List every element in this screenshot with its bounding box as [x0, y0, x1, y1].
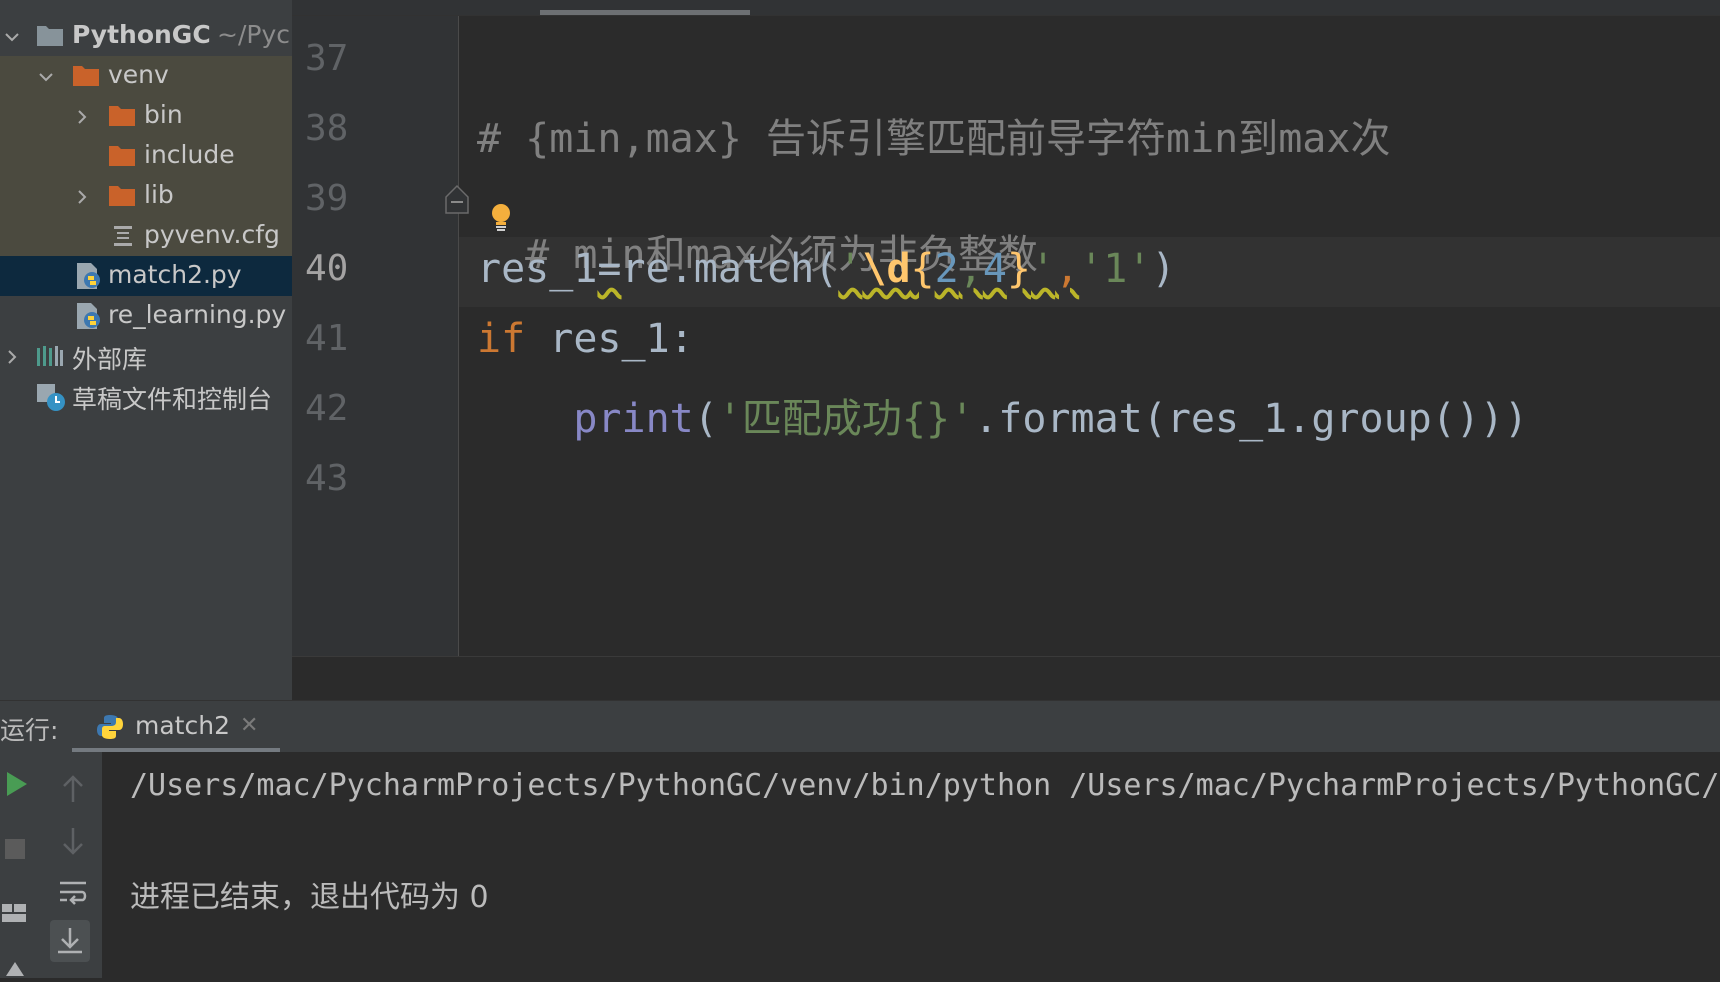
regex-brace: { [910, 246, 935, 292]
line-number: 37 [305, 38, 349, 79]
stop-icon[interactable] [4, 838, 26, 864]
chevron-right-icon[interactable] [74, 109, 88, 124]
tree-item-label: pyvenv.cfg [144, 220, 280, 249]
tree-item-label: re_learning.py [108, 300, 287, 329]
arrow-up-icon[interactable] [60, 774, 86, 808]
project-root-name: PythonGC [72, 20, 211, 49]
line-number: 41 [305, 318, 349, 359]
python-icon [96, 713, 124, 745]
code-text: res_1: [525, 316, 694, 362]
operator-warning: = [597, 246, 622, 292]
library-icon [36, 344, 64, 374]
builtin-function: print [573, 396, 694, 442]
folder-icon [108, 183, 136, 213]
line-number: 42 [305, 388, 349, 429]
separator: , [1055, 246, 1080, 292]
line-number: 43 [305, 458, 349, 499]
keyword: if [477, 316, 526, 362]
run-toolbar-primary [0, 752, 44, 978]
console-command-line: /Users/mac/PycharmProjects/PythonGC/venv… [130, 768, 1720, 803]
project-root-path: ~/Pycl [217, 20, 297, 49]
chevron-right-icon[interactable] [74, 189, 88, 204]
paren: ( [693, 396, 718, 442]
run-toolbar-secondary [44, 752, 103, 978]
tree-item-bin[interactable]: bin [0, 96, 292, 136]
call-text: re.match( [621, 246, 839, 292]
console-exit-line: 进程已结束，退出代码为 0 [130, 880, 489, 915]
tree-item-label: match2.py [108, 260, 242, 289]
tree-item-venv[interactable]: venv [0, 56, 292, 96]
regex-brace: } [1006, 246, 1031, 292]
regex-comma: , [958, 246, 983, 292]
tree-item-lib[interactable]: lib [0, 176, 292, 216]
string-quote: ' [1031, 246, 1056, 292]
string-literal: '1' [1079, 246, 1152, 292]
code-line-41: if res_1: [477, 316, 694, 362]
project-panel: PythonGC ~/Pycl venv bin include lib pyv… [0, 16, 297, 700]
tree-item-scratches[interactable]: 草稿文件和控制台 [0, 376, 292, 416]
code-line-42: print('匹配成功{}'.format(res_1.group())) [477, 386, 1528, 444]
folder-icon [108, 103, 136, 133]
code-line-38: # {min,max} 告诉引擎匹配前导字符min到max次 [477, 116, 1391, 162]
arrow-down-icon[interactable] [60, 826, 86, 860]
tree-item-include[interactable]: include [0, 136, 292, 176]
tree-item-pyvenv-cfg[interactable]: pyvenv.cfg [0, 216, 292, 256]
identifier: res_1 [477, 246, 598, 292]
chevron-down-icon[interactable] [4, 29, 19, 43]
editor-bottom-area [292, 656, 1720, 701]
folder-icon [72, 63, 100, 93]
code-line-40: res_1=re.match('\d{2,4}','1') [477, 246, 1176, 292]
python-file-icon [74, 302, 102, 336]
tree-item-label: 草稿文件和控制台 [72, 385, 273, 414]
tree-item-label: include [144, 140, 235, 169]
line-number: 38 [305, 108, 349, 149]
editor-tab-bar [292, 0, 1720, 15]
top-tab-strip [0, 0, 1720, 16]
config-file-icon [112, 224, 134, 254]
string-quote: ' [838, 246, 863, 292]
rerun-icon[interactable] [4, 770, 30, 802]
tree-item-root[interactable]: PythonGC ~/Pycl [0, 16, 297, 56]
pin-icon[interactable] [4, 960, 26, 982]
chevron-down-icon[interactable] [38, 69, 53, 83]
paren: ) [1151, 246, 1176, 292]
tree-item-match2-py[interactable]: match2.py [0, 256, 292, 296]
soft-wrap-icon[interactable] [58, 878, 88, 912]
run-panel-header: 运行: match2 ✕ [0, 700, 1720, 753]
chevron-right-icon[interactable] [4, 349, 18, 364]
folder-icon [108, 143, 136, 173]
tree-item-external-libraries[interactable]: 外部库 [0, 336, 292, 376]
scratches-icon [36, 382, 66, 418]
layout-icon[interactable] [0, 902, 28, 930]
code-text: .format(res_1.group())) [974, 396, 1529, 442]
line-number: 39 [305, 178, 349, 219]
run-label: 运行: [0, 716, 59, 745]
close-icon[interactable]: ✕ [240, 713, 258, 738]
python-file-icon [74, 262, 102, 296]
string-literal: '匹配成功{}' [717, 396, 975, 442]
regex-number: 4 [982, 246, 1007, 292]
tree-item-re-learning-py[interactable]: re_learning.py [0, 296, 292, 336]
tree-item-label: venv [108, 60, 169, 89]
folder-icon [36, 23, 64, 53]
fold-icon[interactable] [444, 183, 470, 215]
run-tab-label: match2 [135, 711, 230, 740]
tree-item-label: lib [144, 180, 174, 209]
scroll-to-end-icon[interactable] [50, 920, 90, 962]
regex-escape: \d [862, 246, 911, 292]
tree-item-label: bin [144, 100, 183, 129]
regex-number: 2 [934, 246, 959, 292]
line-number-current: 40 [305, 248, 349, 289]
tree-item-label: 外部库 [72, 345, 148, 374]
